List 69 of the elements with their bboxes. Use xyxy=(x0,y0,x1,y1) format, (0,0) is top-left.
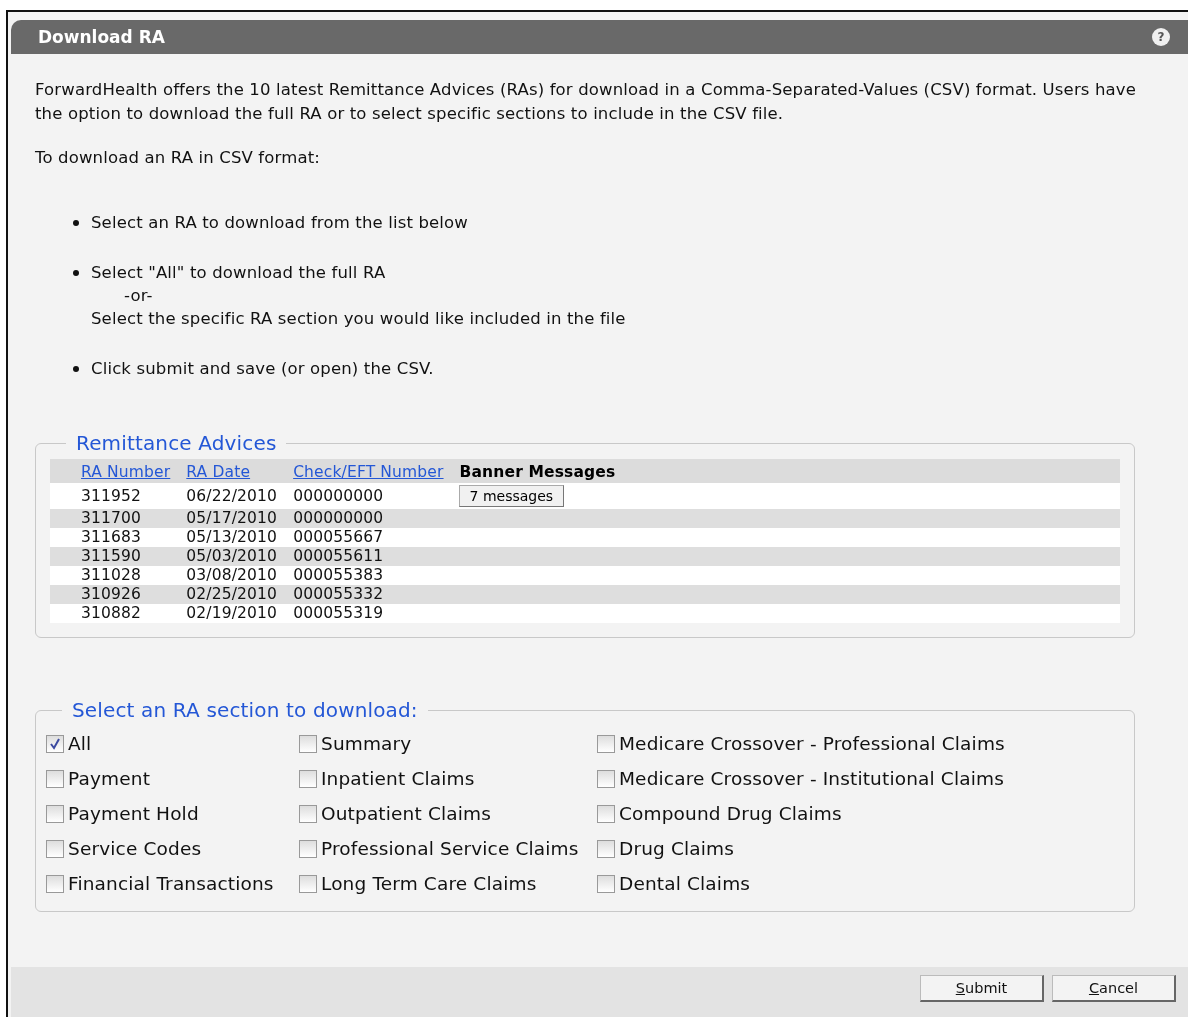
instruction-text: -or- xyxy=(123,285,154,307)
checkbox-label: Payment Hold xyxy=(68,803,199,824)
cancel-button[interactable]: Cancel xyxy=(1052,975,1176,1002)
table-cell: 05/03/2010 xyxy=(186,547,278,565)
table-cell: 311590 xyxy=(81,547,142,565)
table-cell: 000055319 xyxy=(293,604,384,622)
table-cell: 05/13/2010 xyxy=(186,528,278,546)
table-cell: 02/25/2010 xyxy=(186,585,278,603)
bullet-icon xyxy=(73,270,79,276)
table-cell: 000055332 xyxy=(293,585,384,603)
column-header: Banner Messages xyxy=(459,462,616,481)
table-cell: 310926 xyxy=(81,585,142,603)
checkbox-label: Outpatient Claims xyxy=(321,803,491,824)
checkbox[interactable] xyxy=(597,734,615,753)
intro-text: ForwardHealth offers the 10 latest Remittance Advices (RAs) for download in a Comma-Separated-Values (CSV) format. Users have the option to download the full RA or to select specific sections to include in the CSV file. xyxy=(35,79,1138,125)
table-cell: 310882 xyxy=(81,604,142,622)
help-button[interactable]: ? xyxy=(1152,28,1170,46)
table-cell: 311952 xyxy=(81,486,142,505)
table-cell: 000055383 xyxy=(293,566,384,584)
checkbox[interactable] xyxy=(299,769,317,788)
checkbox[interactable] xyxy=(597,874,615,893)
checkbox[interactable] xyxy=(46,769,64,788)
bullet-icon xyxy=(73,220,79,226)
checkbox[interactable] xyxy=(597,839,615,858)
instruction-text: Select the specific RA section you would like included in the file xyxy=(91,308,626,330)
checkbox[interactable] xyxy=(46,804,64,823)
checkbox-label: Inpatient Claims xyxy=(321,768,475,789)
table-cell: 03/08/2010 xyxy=(186,566,278,584)
checkbox[interactable] xyxy=(299,839,317,858)
checkbox[interactable] xyxy=(299,734,317,753)
instructions-heading: To download an RA in CSV format: xyxy=(35,148,321,167)
instruction-text: Select an RA to download from the list below xyxy=(91,212,468,234)
checkbox-label: Financial Transactions xyxy=(68,873,274,894)
section-title: Select an RA section to download: xyxy=(71,698,419,722)
checkbox-label: Medicare Crossover - Professional Claims xyxy=(619,733,1005,754)
submit-button[interactable]: Submit xyxy=(920,975,1044,1002)
checkbox-label: Service Codes xyxy=(68,838,202,859)
checkbox[interactable] xyxy=(299,874,317,893)
checkbox-label: Drug Claims xyxy=(619,838,735,859)
instruction-text: Click submit and save (or open) the CSV. xyxy=(91,358,434,380)
table-cell: 000000000 xyxy=(293,486,384,505)
checkbox[interactable] xyxy=(46,874,64,893)
table-cell: 000055611 xyxy=(293,547,384,565)
instruction-text: Select "All" to download the full RA xyxy=(91,262,387,284)
checkbox-label: All xyxy=(68,733,92,754)
checkbox[interactable] xyxy=(46,734,64,753)
table-cell: 311700 xyxy=(81,509,142,527)
table-cell: 311028 xyxy=(81,566,142,584)
section-title: Remittance Advices xyxy=(75,431,278,455)
checkbox-label: Dental Claims xyxy=(619,873,751,894)
table-cell: 02/19/2010 xyxy=(186,604,278,622)
table-cell: 000055667 xyxy=(293,528,384,546)
checkbox-label: Professional Service Claims xyxy=(321,838,579,859)
checkbox-label: Medicare Crossover - Institutional Claims xyxy=(619,768,1004,789)
checkbox-label: Compound Drug Claims xyxy=(619,803,842,824)
checkbox[interactable] xyxy=(299,804,317,823)
checkbox-label: Long Term Care Claims xyxy=(321,873,537,894)
table-cell: 06/22/2010 xyxy=(186,486,278,505)
bullet-icon xyxy=(73,366,79,372)
checkbox-label: Payment xyxy=(68,768,151,789)
table-cell: 05/17/2010 xyxy=(186,509,278,527)
table-cell: 311683 xyxy=(81,528,142,546)
table-cell: 000000000 xyxy=(293,509,384,527)
checkbox-label: Summary xyxy=(321,733,412,754)
checkbox[interactable] xyxy=(597,769,615,788)
window-title: Download RA xyxy=(38,27,165,47)
checkbox[interactable] xyxy=(597,804,615,823)
checkbox[interactable] xyxy=(46,839,64,858)
messages-button[interactable]: 7 messages xyxy=(458,485,565,507)
